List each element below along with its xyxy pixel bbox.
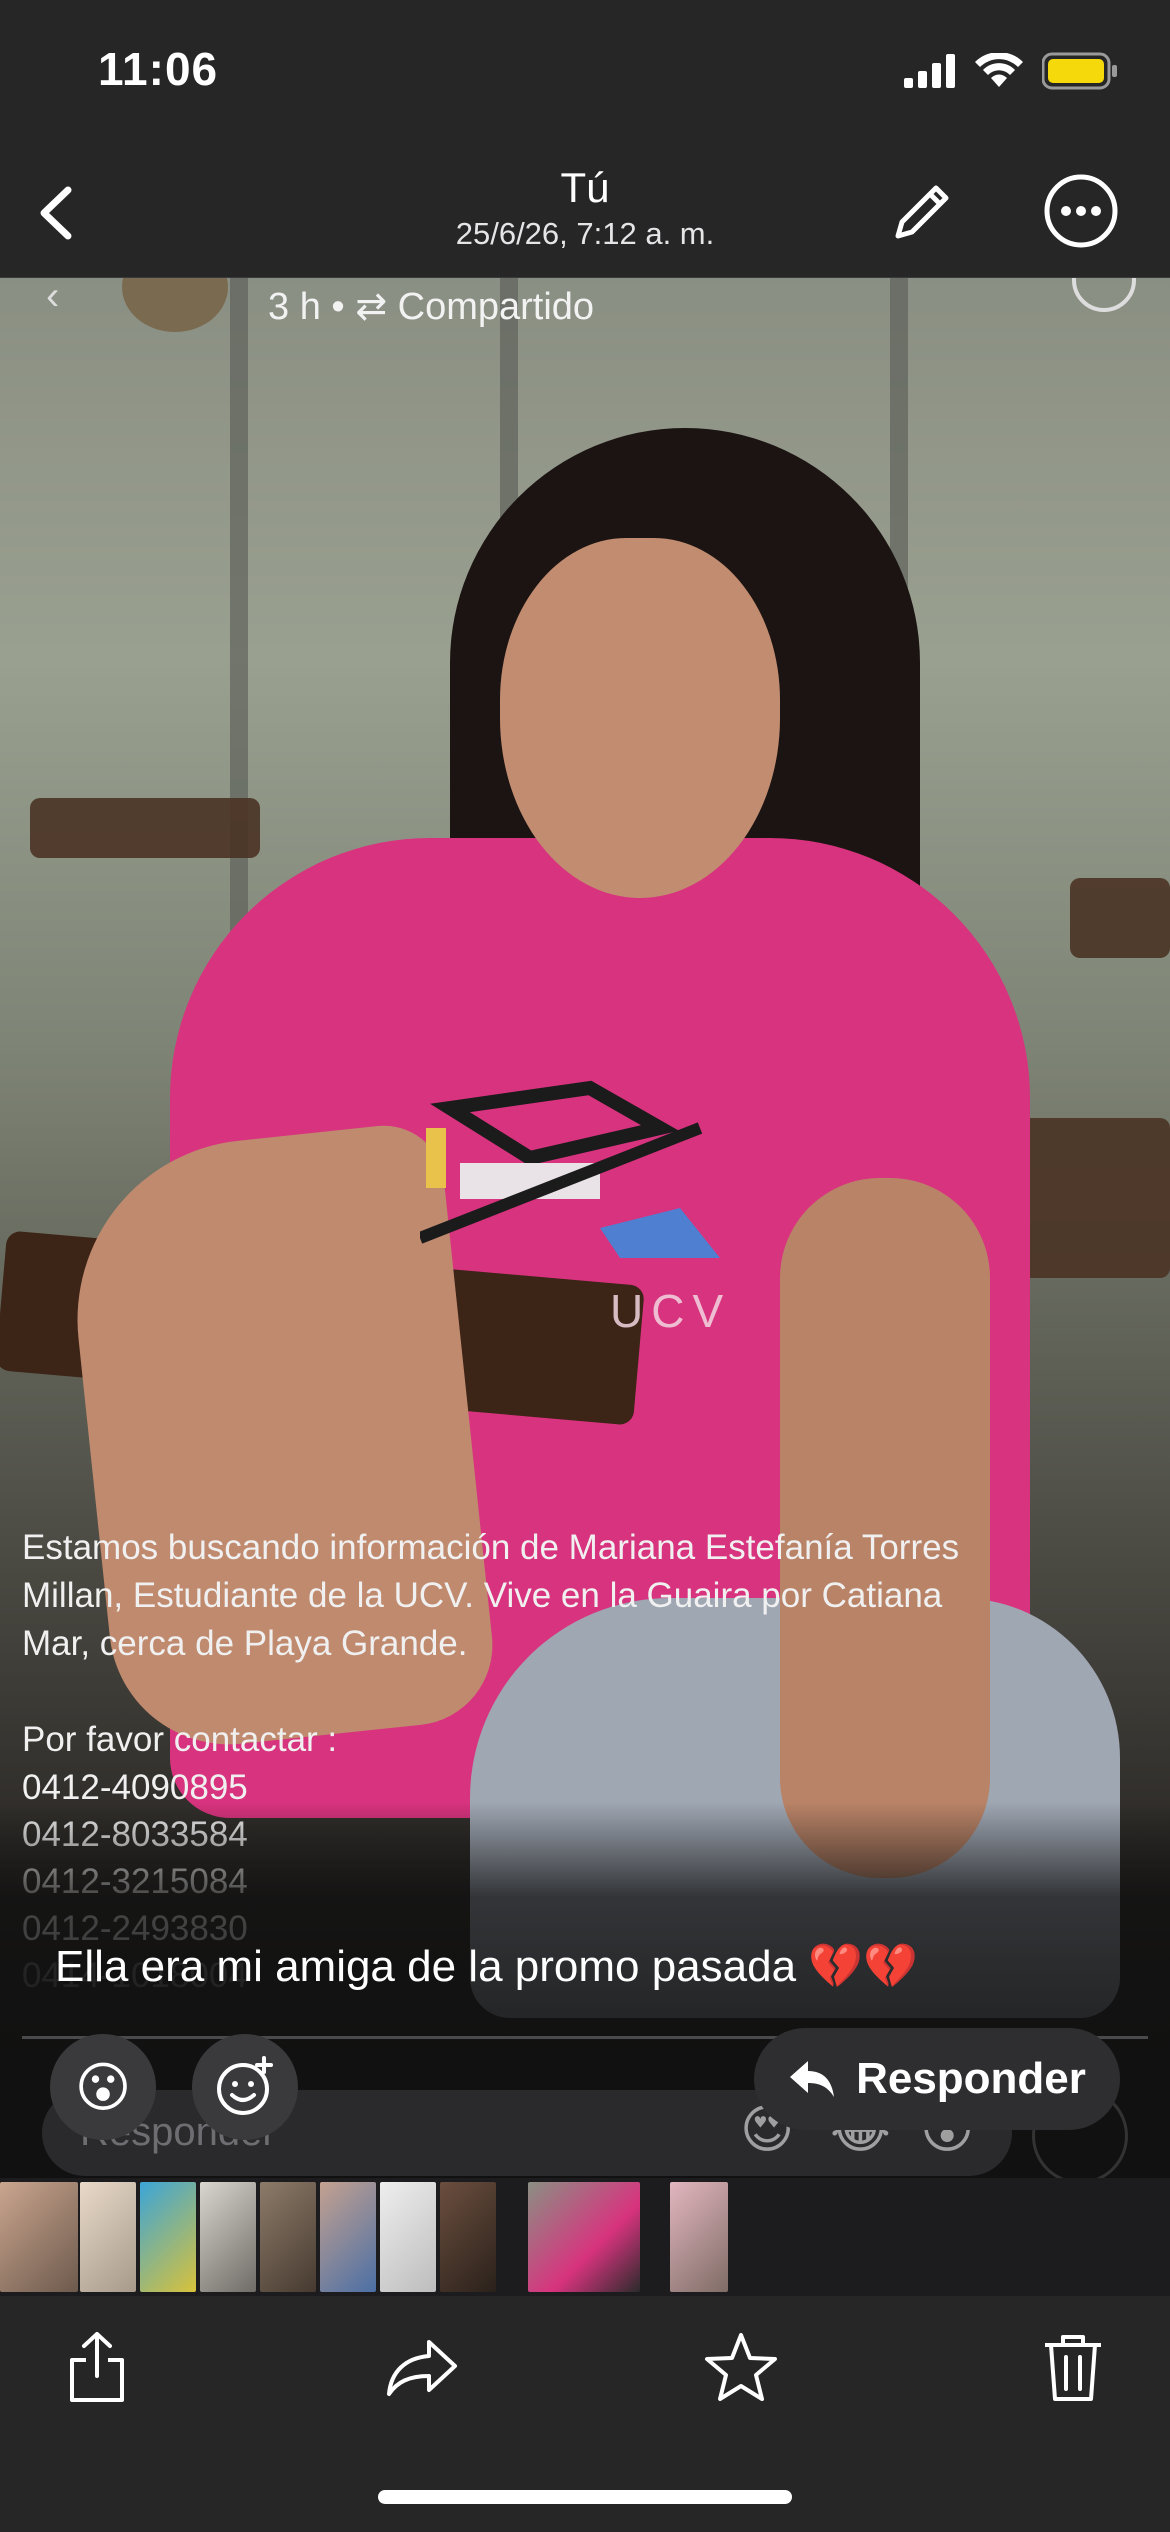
nav-title: Tú <box>560 164 610 211</box>
status-bar: 11:06 <box>0 0 1170 150</box>
thumbnail[interactable] <box>200 2182 256 2292</box>
thumbnail[interactable] <box>380 2182 436 2292</box>
reaction-emoji-button[interactable]: 😮 <box>50 2034 156 2140</box>
post-text-line: Estamos buscando información de Mariana … <box>22 1528 960 1567</box>
wifi-icon <box>975 53 1023 87</box>
status-icons <box>904 52 1118 90</box>
background-desk <box>30 798 260 858</box>
thumbnail[interactable] <box>440 2182 496 2292</box>
thumbnail-current[interactable] <box>528 2182 640 2292</box>
surprised-emoji: 😮 <box>74 2057 132 2118</box>
thumbnail[interactable] <box>0 2182 78 2292</box>
post-options-icon <box>1072 278 1136 312</box>
cellular-signal-icon <box>904 54 955 88</box>
pencil-icon[interactable] <box>884 174 960 250</box>
person-face <box>500 538 780 898</box>
reply-arrow-icon <box>790 2061 835 2097</box>
contact-label: Por favor contactar : <box>22 1720 338 1759</box>
thumbnail[interactable] <box>320 2182 376 2292</box>
home-indicator[interactable] <box>378 2490 792 2504</box>
post-meta: 3 h • ⇄ Compartido <box>268 286 595 328</box>
share-button[interactable] <box>52 2322 142 2412</box>
shared-post-header: ‹ 3 h • ⇄ Compartido <box>0 278 1170 338</box>
post-text-line: Millan, Estudiante de la UCV. Vive en la… <box>22 1576 943 1615</box>
shirt-ucv-text: UCV <box>610 1285 732 1337</box>
trash-icon <box>1045 2335 1101 2401</box>
status-time: 11:06 <box>98 43 219 95</box>
thumbnail-strip <box>0 2178 1170 2296</box>
navigation-bar: Tú 25/6/26, 7:12 a. m. <box>0 150 1170 278</box>
share-icon <box>70 2332 124 2402</box>
reply-button[interactable]: Responder <box>754 2028 1120 2130</box>
nav-subtitle: 25/6/26, 7:12 a. m. <box>455 216 715 251</box>
post-back-icon: ‹ <box>46 278 60 318</box>
star-button[interactable] <box>696 2322 786 2412</box>
background-desk <box>1070 878 1170 958</box>
reply-button-label: Responder <box>856 2054 1086 2103</box>
add-emoji-icon <box>217 2056 273 2115</box>
post-text-line: Mar, cerca de Playa Grande. <box>22 1624 468 1663</box>
message-caption: Ella era mi amiga de la promo pasada 💔💔 <box>55 1942 918 1991</box>
thumbnail[interactable] <box>140 2182 196 2292</box>
delete-button[interactable] <box>1028 2322 1118 2412</box>
avatar <box>122 278 228 332</box>
add-reaction-button[interactable] <box>192 2034 298 2140</box>
star-icon <box>705 2333 777 2401</box>
thumbnail[interactable] <box>260 2182 316 2292</box>
forward-icon <box>387 2340 457 2396</box>
battery-icon <box>1042 52 1117 90</box>
more-options-icon[interactable] <box>1040 170 1122 252</box>
shirt-logo <box>420 1080 720 1258</box>
thumbnail[interactable] <box>670 2182 728 2292</box>
thumbnail[interactable] <box>80 2182 136 2292</box>
forward-button[interactable] <box>378 2322 468 2412</box>
